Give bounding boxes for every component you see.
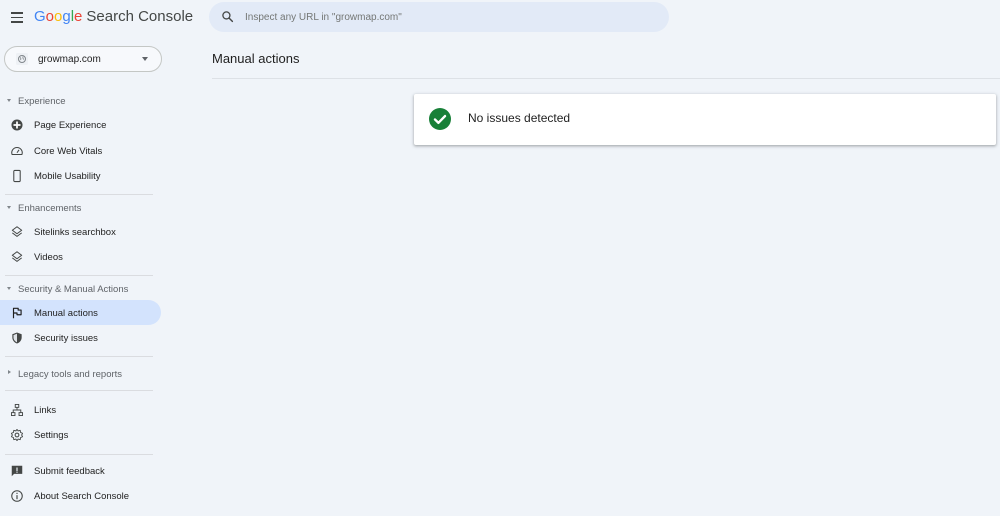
sidebar-item-label: Core Web Vitals [34, 145, 103, 157]
sidebar-item-label: Security issues [34, 333, 98, 344]
sidebar-item-videos[interactable]: Videos [0, 244, 161, 270]
layers-icon [11, 225, 23, 237]
page-title: Manual actions [212, 51, 300, 66]
section-enhancements[interactable]: Enhancements [0, 195, 170, 219]
sidebar-nav: Experience Page Experience Core Web Vita… [0, 88, 170, 509]
logo-letter: o [45, 8, 55, 25]
phone-icon [13, 169, 21, 183]
section-legacy-tools[interactable]: Legacy tools and reports [0, 357, 170, 390]
sidebar-item-sitelinks-searchbox[interactable]: Sitelinks searchbox [0, 219, 161, 245]
sidebar-item-about-search-console[interactable]: About Search Console [0, 483, 161, 509]
status-message: No issues detected [468, 111, 571, 125]
globe-icon [16, 53, 28, 65]
sitemap-icon [10, 403, 24, 416]
url-inspect-search[interactable] [209, 2, 669, 32]
status-card: No issues detected [414, 94, 996, 145]
section-security-manual-actions[interactable]: Security & Manual Actions [0, 276, 170, 300]
app-logo[interactable]: Google Search Console [34, 8, 193, 25]
sidebar-item-settings[interactable]: Settings [0, 422, 161, 448]
sidebar-item-label: Mobile Usability [34, 171, 101, 182]
url-inspect-input[interactable] [245, 2, 655, 32]
sidebar-item-label: Page Experience [34, 120, 107, 131]
section-label: Security & Manual Actions [18, 283, 129, 295]
top-bar: Google Search Console [0, 0, 1000, 36]
logo-product-name: Search Console [86, 8, 194, 25]
sidebar-item-page-experience[interactable]: Page Experience [0, 112, 161, 138]
logo-letter: G [34, 8, 46, 25]
page-experience-icon [11, 119, 23, 131]
sidebar-item-label: Submit feedback [34, 465, 105, 477]
section-label: Enhancements [18, 202, 82, 214]
sidebar-item-manual-actions[interactable]: Manual actions [0, 299, 161, 325]
sidebar-item-label: About Search Console [34, 491, 130, 502]
sidebar-item-core-web-vitals[interactable]: Core Web Vitals [0, 138, 161, 164]
section-experience[interactable]: Experience [0, 88, 170, 112]
property-name: growmap.com [38, 54, 101, 65]
sidebar-item-security-issues[interactable]: Security issues [0, 325, 161, 351]
collapse-arrow-icon [7, 205, 11, 209]
expand-arrow-icon [8, 369, 11, 374]
property-selector[interactable]: growmap.com [4, 46, 162, 72]
sidebar-item-label: Videos [34, 252, 63, 263]
section-label: Legacy tools and reports [18, 368, 123, 380]
hamburger-icon-line [11, 21, 23, 23]
logo-letter: e [74, 8, 83, 25]
sidebar-item-label: Settings [34, 430, 69, 441]
collapse-arrow-icon [7, 286, 11, 290]
feedback-icon [11, 465, 23, 476]
layers-icon [11, 251, 23, 262]
main-menu-button[interactable] [8, 8, 26, 26]
dropdown-caret-icon [142, 57, 148, 61]
hamburger-icon [11, 12, 23, 14]
speedometer-icon [11, 146, 23, 155]
logo-letter: g [62, 8, 71, 25]
sidebar-item-label: Manual actions [34, 307, 98, 319]
check-circle-icon [429, 108, 451, 130]
info-icon [11, 490, 23, 502]
sidebar-item-label: Sitelinks searchbox [34, 226, 116, 238]
search-icon [222, 11, 234, 23]
sidebar-item-links[interactable]: Links [0, 397, 161, 423]
section-label: Experience [18, 96, 66, 107]
flag-icon [12, 307, 22, 318]
collapse-arrow-icon [7, 99, 11, 102]
gear-icon [10, 428, 24, 442]
title-divider [212, 78, 1000, 79]
shield-icon [12, 332, 22, 344]
sidebar-item-submit-feedback[interactable]: Submit feedback [0, 458, 161, 484]
sidebar-item-mobile-usability[interactable]: Mobile Usability [0, 163, 161, 189]
sidebar-item-label: Links [34, 404, 57, 416]
hamburger-icon-line [11, 16, 23, 19]
